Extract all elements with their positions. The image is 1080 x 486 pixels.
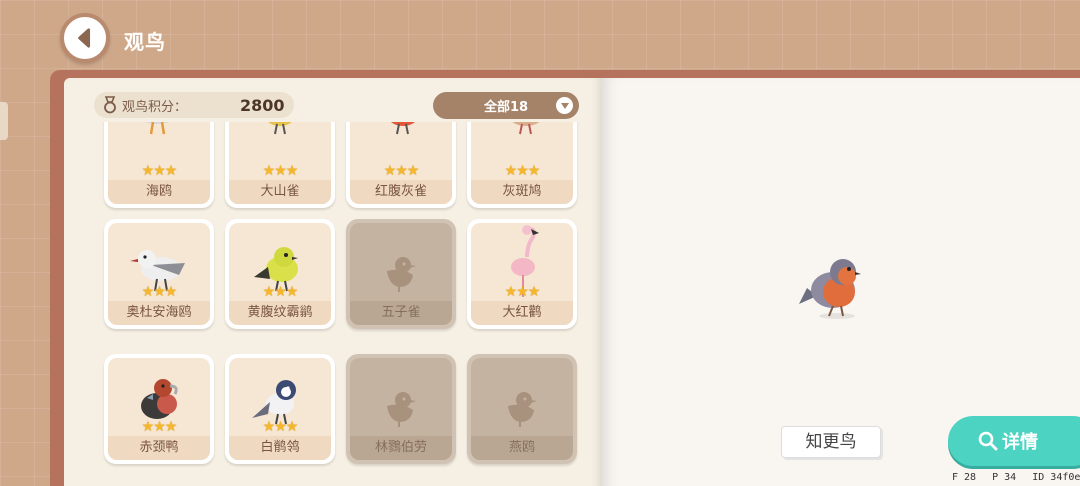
page-title: 观鸟 <box>124 30 166 54</box>
bird-card-great-tit[interactable]: ★★★ 大山雀 <box>225 122 335 208</box>
bird-grid: ★★★ 海鸥 ★★★ 大山雀 ★★★ 红腹灰雀 ★★★ 灰斑鸠 ★★★ 奥杜安海… <box>100 122 590 486</box>
bird-name: 红腹灰雀 <box>350 180 452 204</box>
locked-bird-icon <box>387 257 416 292</box>
bird-name: 五子雀 <box>350 301 452 325</box>
bird-card-wagtail[interactable]: ★★★ 白鹡鸰 <box>225 354 335 464</box>
bird-name: 大红鹳 <box>471 301 573 325</box>
chevron-down-icon <box>556 97 573 114</box>
filter-label: 全部18 <box>483 100 529 115</box>
bird-name: 灰斑鸠 <box>471 180 573 204</box>
bird-card-shrike[interactable]: 林鷚伯劳 <box>346 354 456 464</box>
debug-f: F 28 <box>952 472 977 483</box>
medal-icon <box>104 96 116 114</box>
bird-name: 海鸥 <box>108 180 210 204</box>
bird-name: 燕鸥 <box>471 436 573 460</box>
score-label: 观鸟积分： <box>122 99 188 115</box>
bird-card-seagull[interactable]: ★★★ 海鸥 <box>104 122 214 208</box>
star-rating: ★★★ <box>383 163 420 179</box>
bird-name: 林鷚伯劳 <box>350 436 452 460</box>
bird-card-wigeon[interactable]: ★★★ 赤颈鸭 <box>104 354 214 464</box>
search-icon <box>978 431 998 451</box>
bullfinch-icon <box>391 122 415 135</box>
locked-bird-icon <box>508 392 537 427</box>
star-rating: ★★★ <box>262 163 299 179</box>
filter-dropdown[interactable]: 全部18 <box>433 92 579 119</box>
score-panel: 观鸟积分： 2800 <box>94 92 294 118</box>
side-tab[interactable] <box>0 102 8 140</box>
star-rating: ★★★ <box>141 419 178 435</box>
robin-bird-image <box>799 259 861 319</box>
bird-name: 赤颈鸭 <box>108 436 210 460</box>
back-arrow-icon <box>78 28 91 48</box>
robin-name-button[interactable]: 知更鸟 <box>781 426 881 458</box>
bird-card-bullfinch[interactable]: ★★★ 红腹灰雀 <box>346 122 456 208</box>
debug-id: ID 34f0e <box>1032 472 1080 483</box>
details-button[interactable]: 详情 <box>948 416 1080 466</box>
seagull-icon <box>144 122 170 135</box>
back-button[interactable] <box>60 13 110 63</box>
bird-card-flycatcher[interactable]: ★★★ 黄腹纹霸鹟 <box>225 219 335 329</box>
bird-card-flamingo[interactable]: ★★★ 大红鹳 <box>467 219 577 329</box>
debug-p: P 34 <box>992 472 1017 483</box>
bird-name: 大山雀 <box>229 180 331 204</box>
star-rating: ★★★ <box>504 163 541 179</box>
star-rating: ★★★ <box>504 284 541 300</box>
star-rating: ★★★ <box>262 284 299 300</box>
bird-name: 奥杜安海鸥 <box>108 301 210 325</box>
star-rating: ★★★ <box>141 284 178 300</box>
bird-name: 黄腹纹霸鹟 <box>229 301 331 325</box>
star-rating: ★★★ <box>262 419 299 435</box>
bird-card-audouins-gull[interactable]: ★★★ 奥杜安海鸥 <box>104 219 214 329</box>
locked-bird-icon <box>387 392 416 427</box>
debug-overlay: F 28 P 34 ID 34f0e <box>952 472 1080 483</box>
bird-card-tern[interactable]: 燕鸥 <box>467 354 577 464</box>
bird-name: 白鹡鸰 <box>229 436 331 460</box>
details-label: 详情 <box>1002 432 1038 453</box>
dove-icon <box>512 122 540 135</box>
star-rating: ★★★ <box>141 163 178 179</box>
score-value: 2800 <box>240 95 285 115</box>
bird-card-dove[interactable]: ★★★ 灰斑鸠 <box>467 122 577 208</box>
bird-card-nuthatch[interactable]: 五子雀 <box>346 219 456 329</box>
great-tit-icon <box>268 122 292 135</box>
